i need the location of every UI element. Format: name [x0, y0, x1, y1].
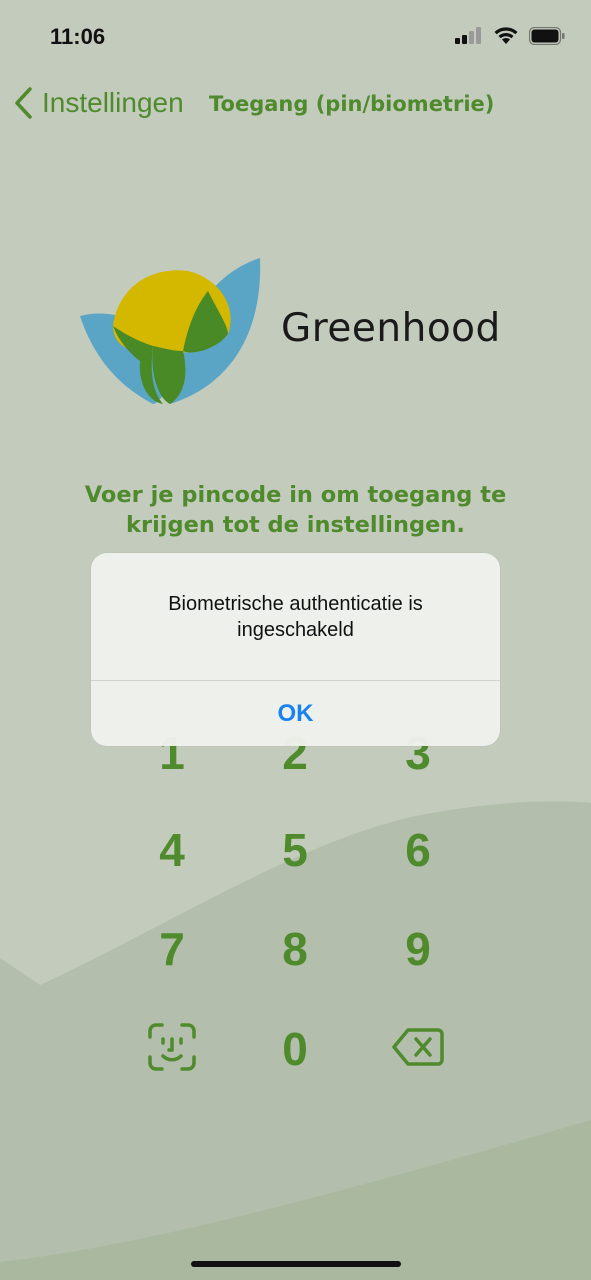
- alert-dialog: Biometrische authenticatie is ingeschake…: [91, 553, 500, 746]
- alert-message: Biometrische authenticatie is ingeschake…: [111, 591, 480, 643]
- key-0[interactable]: 0: [250, 1014, 340, 1084]
- status-icons: [455, 26, 565, 45]
- status-time: 11:06: [50, 24, 106, 49]
- back-button[interactable]: Instellingen: [12, 86, 184, 120]
- back-button-label: Instellingen: [42, 87, 184, 118]
- greenhood-logo-icon: [80, 258, 261, 404]
- pin-instruction-line-2: krijgen tot de instellingen.: [126, 512, 465, 538]
- face-id-icon: [148, 1023, 196, 1071]
- face-id-button[interactable]: [127, 1012, 217, 1082]
- wifi-icon: [494, 27, 518, 44]
- alert-message-line-2: ingeschakeld: [237, 619, 354, 641]
- key-6[interactable]: 6: [373, 815, 463, 885]
- backspace-icon: [392, 1028, 444, 1066]
- battery-icon: [529, 26, 565, 45]
- page-title: Toegang (pin/biometrie): [209, 92, 495, 116]
- pin-instruction-line-1: Voer je pincode in om toegang te: [84, 482, 507, 508]
- key-5[interactable]: 5: [250, 815, 340, 885]
- key-4[interactable]: 4: [127, 815, 217, 885]
- alert-message-line-1: Biometrische authenticatie is: [168, 593, 423, 615]
- brand-name: Greenhood: [281, 306, 501, 351]
- home-indicator[interactable]: [191, 1261, 401, 1267]
- key-9[interactable]: 9: [373, 914, 463, 984]
- ok-button[interactable]: OK: [91, 681, 500, 746]
- key-7[interactable]: 7: [127, 914, 217, 984]
- delete-button[interactable]: [373, 1012, 463, 1082]
- pin-instruction: Voer je pincode in om toegang te krijgen…: [60, 480, 531, 540]
- chevron-left-icon: [15, 87, 32, 119]
- cellular-signal-icon: [455, 26, 481, 44]
- key-8[interactable]: 8: [250, 914, 340, 984]
